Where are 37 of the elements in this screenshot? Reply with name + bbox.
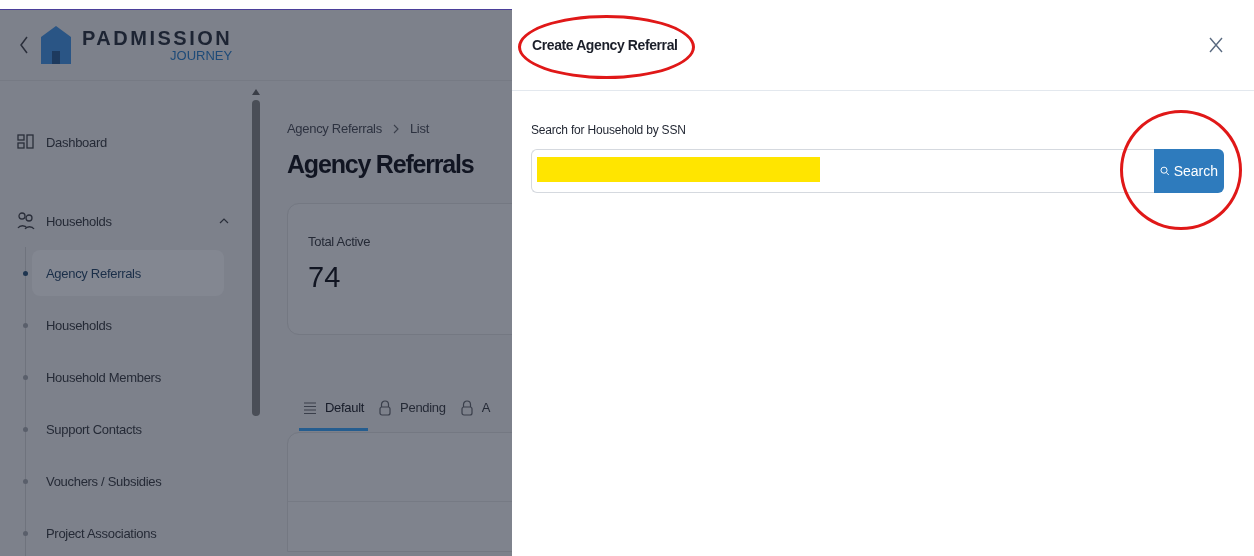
chevron-icon [391, 123, 400, 134]
page-title: Agency Referrals [287, 150, 474, 179]
sidebar-subitem[interactable]: Household Members [32, 354, 224, 400]
house-logo-icon [40, 25, 72, 65]
sidebar-subitem[interactable]: Vouchers / Subsidies [32, 458, 224, 504]
sidebar-subitem[interactable]: Households [32, 302, 224, 348]
breadcrumb-item[interactable]: List [409, 121, 429, 136]
search-button[interactable]: Search [1154, 149, 1224, 193]
dashboard-icon [16, 132, 36, 152]
list-icon [303, 399, 317, 416]
scroll-up-arrow-icon[interactable] [251, 89, 260, 95]
stat-label: Total Active [308, 234, 372, 249]
brand-tagline: JOURNEY [170, 49, 233, 63]
tab[interactable]: Pending [374, 387, 450, 431]
dialog-title: Create Agency Referral [532, 37, 678, 53]
back-icon[interactable] [18, 35, 30, 55]
sidebar-subitem[interactable]: Support Contacts [32, 406, 224, 452]
bullet-dot [23, 530, 28, 536]
bullet-dot [23, 426, 28, 432]
field-label: Search for Household by SSN [531, 123, 687, 137]
close-icon[interactable] [1208, 37, 1224, 53]
bullet-dot [23, 322, 28, 328]
sidebar-subitem[interactable]: Agency Referrals [32, 250, 224, 296]
tab[interactable]: A [455, 387, 495, 431]
stat-value: 74 [308, 261, 342, 294]
lock-icon [378, 399, 393, 416]
sidebar-subitem[interactable]: Project Associations [32, 510, 224, 556]
bullet-dot [23, 478, 28, 484]
brand-name: PADMISSION [82, 27, 233, 49]
bullet-dot [23, 270, 28, 276]
breadcrumb-item[interactable]: Agency Referrals [287, 121, 382, 136]
lock-icon [459, 399, 474, 416]
sidebar-item[interactable]: Dashboard [0, 116, 245, 168]
search-icon [1160, 165, 1170, 177]
people-icon [16, 211, 36, 231]
bullet-dot [23, 374, 28, 380]
sidebar-group[interactable]: Households [0, 195, 245, 247]
